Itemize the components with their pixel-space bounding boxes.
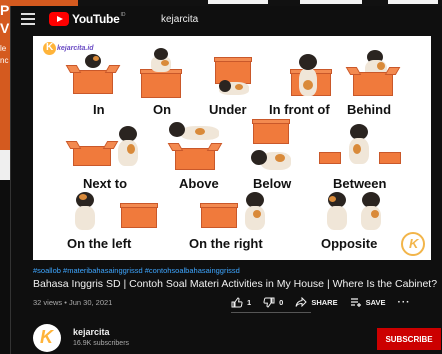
- dislike-count: 0: [279, 297, 284, 307]
- label-above: Above: [179, 176, 219, 191]
- cat-on: [149, 48, 173, 72]
- cat-above: [169, 122, 221, 140]
- cat-between: [347, 124, 371, 164]
- like-ratio-bar: [231, 312, 311, 313]
- label-opposite: Opposite: [321, 236, 378, 251]
- top-bar: YouTube ID kejarcita: [11, 6, 442, 32]
- video-meta: 32 views • Jun 30, 2021: [33, 298, 113, 307]
- box-above: [175, 148, 215, 170]
- channel-name[interactable]: kejarcita: [73, 327, 110, 337]
- label-behind: Behind: [347, 102, 392, 117]
- label-under: Under: [209, 102, 247, 117]
- playlist-add-icon: [350, 298, 361, 307]
- save-button[interactable]: SAVE: [350, 297, 386, 307]
- save-label: SAVE: [365, 297, 386, 307]
- background-strip-segment: [300, 0, 362, 4]
- cat-in-front-of: [295, 54, 321, 96]
- kejarcita-watermark-icon: [401, 232, 425, 256]
- cat-opposite-right: [359, 192, 383, 230]
- share-label: SHARE: [311, 297, 338, 307]
- box-next-to: [73, 146, 111, 166]
- label-in-front-of: In front of: [269, 102, 330, 117]
- video-actions: 1 0 SHARE SAVE ···: [231, 293, 410, 311]
- background-strip-segment: [208, 0, 268, 4]
- youtube-play-icon: [49, 12, 69, 26]
- box-below: [252, 119, 290, 144]
- label-between: Between: [333, 176, 387, 191]
- video-title: Bahasa Inggris SD | Contoh Soal Materi A…: [33, 278, 438, 290]
- thumbs-down-icon: [263, 297, 275, 308]
- box-between-left: [319, 152, 341, 164]
- cat-under: [219, 80, 253, 96]
- cat-opposite-left: [325, 192, 349, 230]
- background-text: nc: [0, 56, 9, 65]
- like-count: 1: [247, 297, 252, 307]
- share-icon: [295, 297, 308, 307]
- subscribe-button[interactable]: SUBSCRIBE: [377, 328, 441, 350]
- background-left-bar: [0, 150, 10, 180]
- box-between-right: [379, 152, 401, 164]
- background-text: le: [0, 44, 7, 53]
- cat-next-to: [115, 126, 141, 166]
- cat-below: [251, 148, 291, 170]
- youtube-logo[interactable]: YouTube ID: [49, 11, 125, 27]
- hamburger-menu-icon[interactable]: [21, 13, 35, 25]
- channel-row: kejarcita 16.9K subscribers SUBSCRIBE: [33, 324, 442, 354]
- background-strip-segment: [388, 0, 438, 4]
- label-in: In: [93, 102, 105, 117]
- video-hashtags[interactable]: #soallob #materibahasainggrissd #contohs…: [33, 266, 240, 275]
- subscriber-count: 16.9K subscribers: [73, 340, 130, 347]
- video-player[interactable]: kejarcita.id: [33, 36, 431, 260]
- like-button[interactable]: 1: [231, 296, 252, 308]
- label-on: On: [153, 102, 172, 117]
- thumbs-up-icon: [231, 296, 243, 307]
- box-on: [140, 69, 182, 98]
- label-next-to: Next to: [83, 176, 128, 191]
- box-on-the-left: [120, 203, 158, 228]
- cat-in: [81, 54, 105, 76]
- cat-on-the-left: [73, 192, 97, 230]
- label-below: Below: [253, 176, 292, 191]
- box-behind: [353, 72, 393, 96]
- cat-on-the-right: [243, 192, 267, 230]
- search-query[interactable]: kejarcita: [161, 14, 198, 25]
- youtube-window: YouTube ID kejarcita kejarcita.id: [10, 6, 442, 354]
- youtube-logo-text: YouTube: [72, 12, 120, 26]
- more-actions-icon[interactable]: ···: [397, 297, 410, 308]
- share-button[interactable]: SHARE: [295, 297, 338, 307]
- kejarcita-logo-icon: [43, 42, 56, 55]
- kejarcita-logo-text: kejarcita.id: [57, 45, 94, 52]
- label-on-the-left: On the left: [67, 236, 132, 251]
- dislike-button[interactable]: 0: [263, 297, 283, 308]
- label-on-the-right: On the right: [189, 236, 263, 251]
- channel-avatar[interactable]: [33, 324, 61, 352]
- youtube-country-code: ID: [120, 12, 126, 18]
- box-on-the-right: [200, 203, 238, 228]
